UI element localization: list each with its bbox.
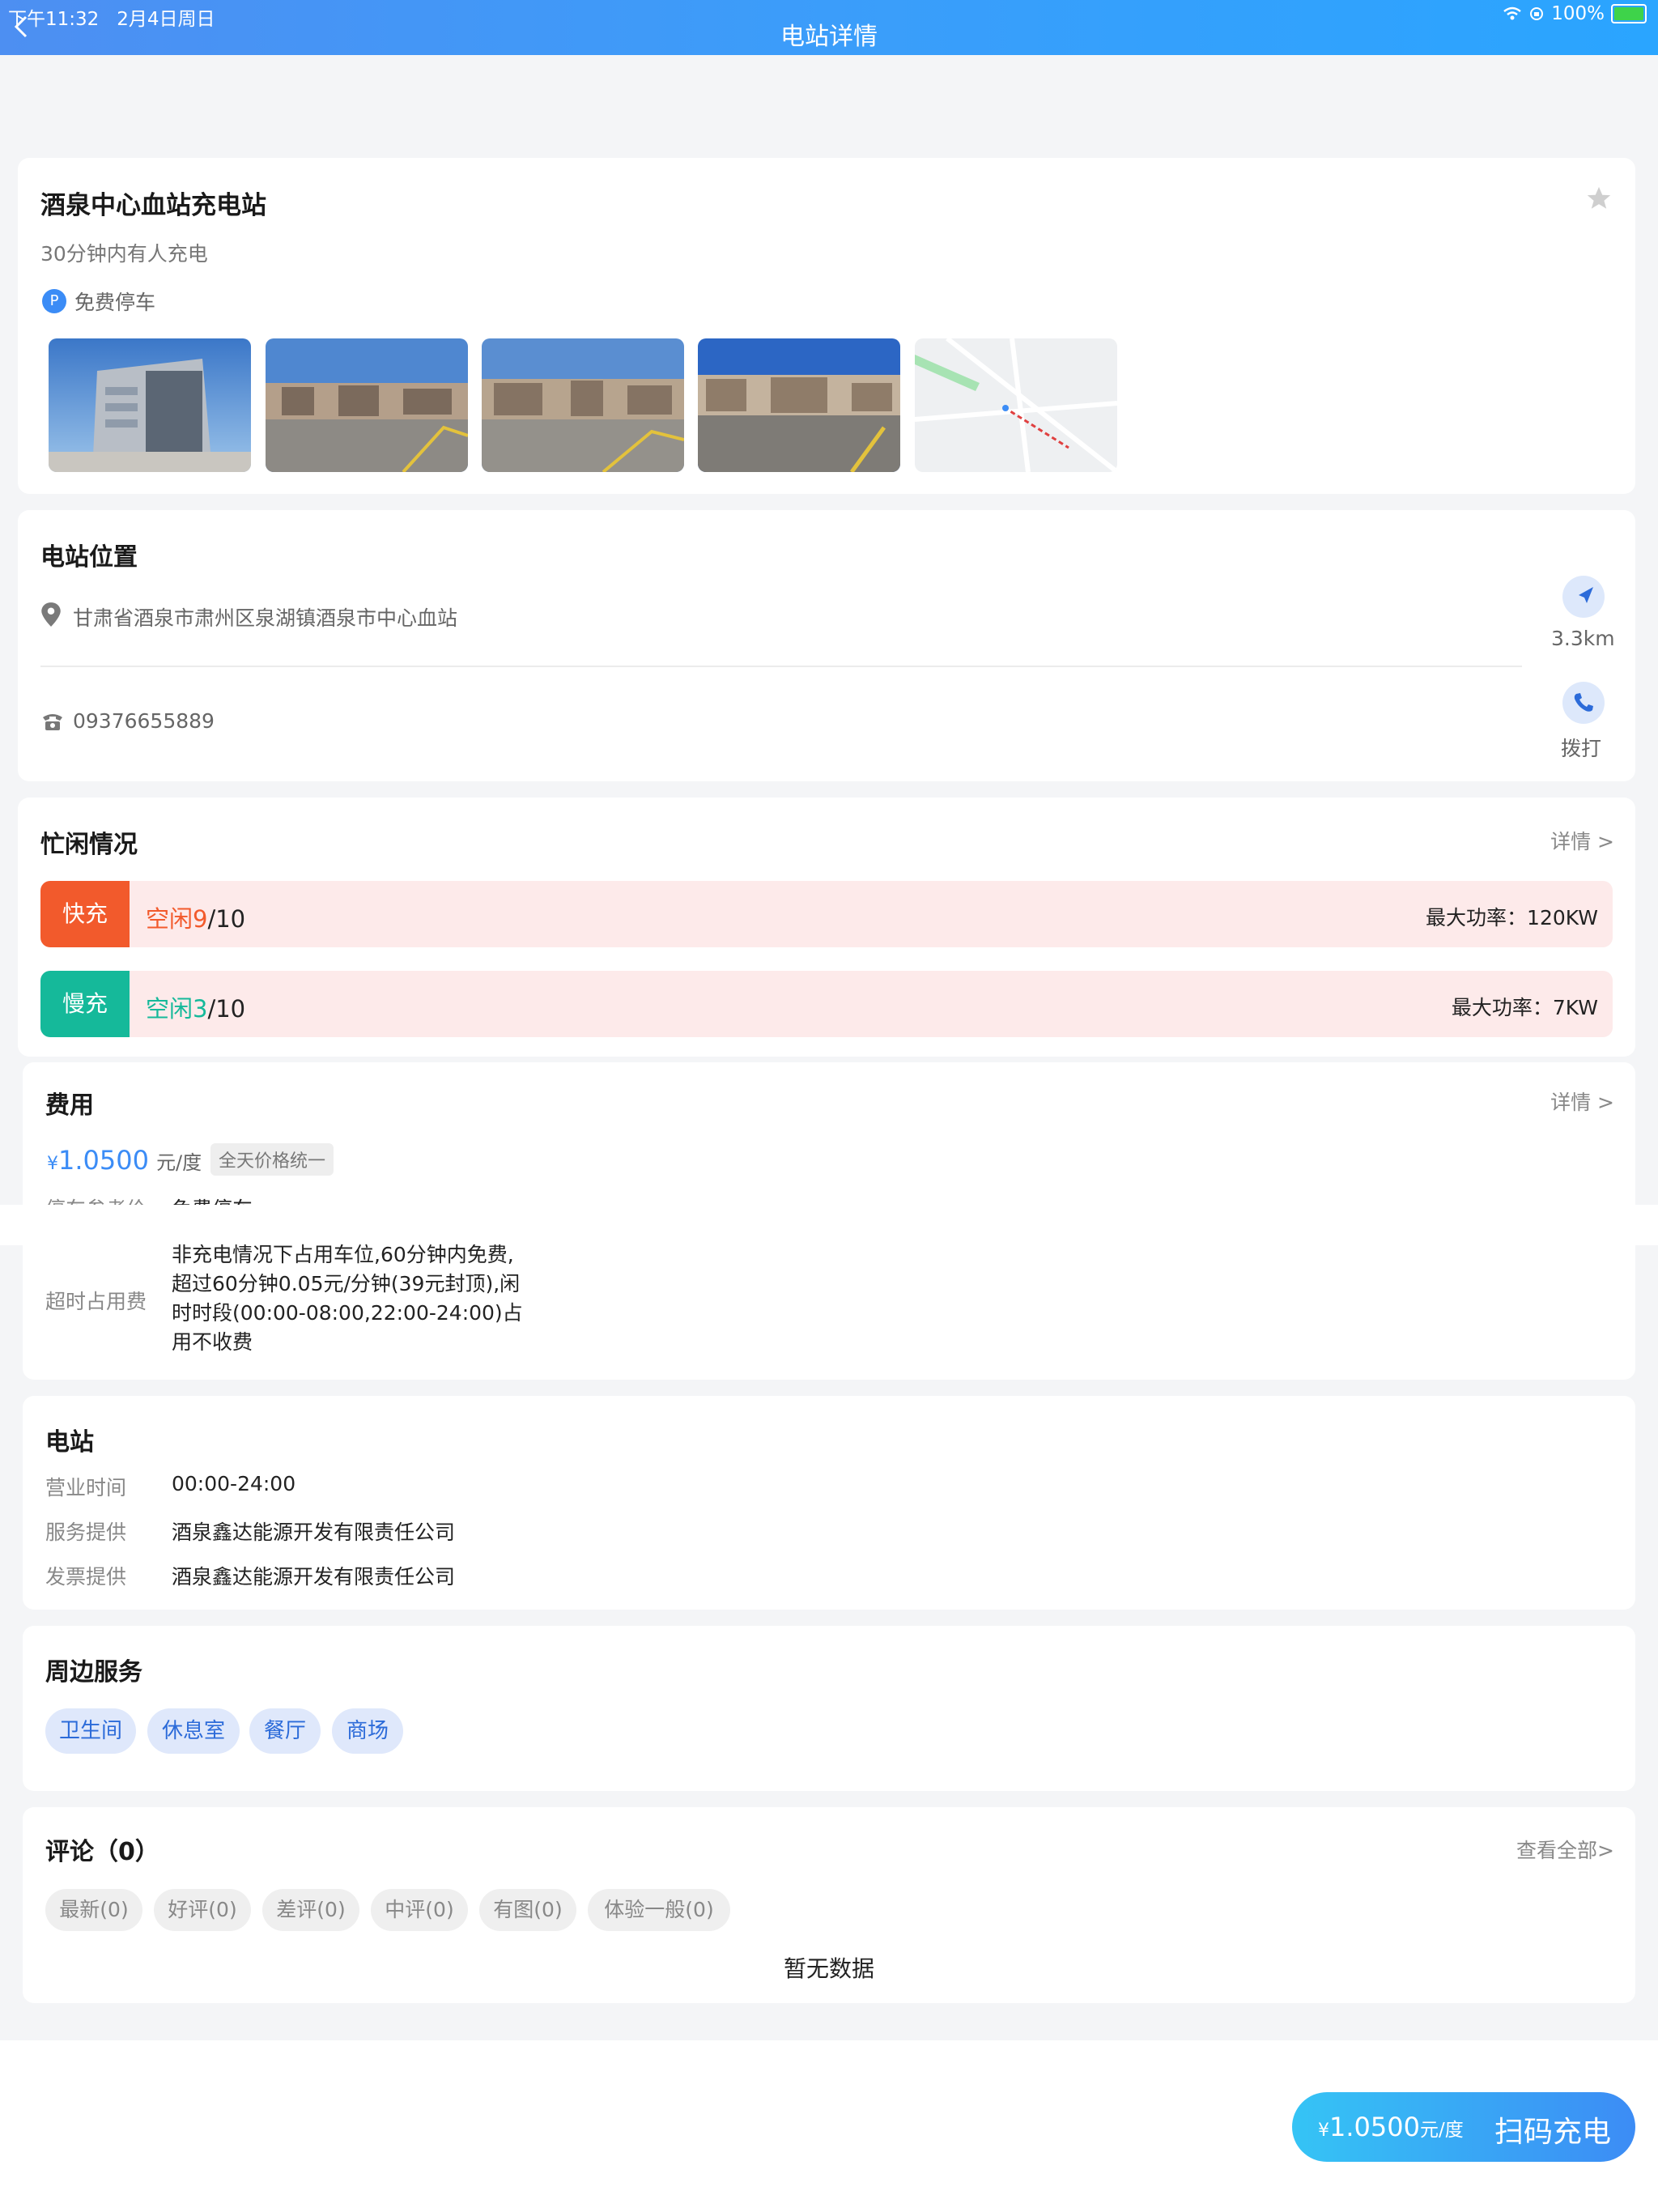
fee-price: ¥1.0500 元/度 — [47, 1145, 202, 1176]
scan-charge-button[interactable]: ¥1.0500元/度 扫码充电 — [1292, 2092, 1635, 2162]
hours-label: 营业时间 — [45, 1476, 127, 1499]
reviews-heading: 评论（0） — [45, 1838, 159, 1866]
fee-detail-link[interactable]: 详情 > — [1550, 1087, 1614, 1116]
station-photo-3[interactable] — [482, 338, 684, 472]
slow-free-count: 空闲3 — [146, 995, 208, 1023]
overlay-band — [0, 1205, 1658, 1245]
station-photo-1[interactable] — [49, 338, 251, 472]
services-card — [23, 1626, 1635, 1791]
station-photo-2[interactable] — [266, 338, 468, 472]
busy-heading: 忙闲情况 — [40, 831, 138, 859]
fee-uniform-badge: 全天价格统一 — [210, 1143, 334, 1176]
slow-charge-bar[interactable]: 慢充 空闲3/10 最大功率：7KW — [40, 971, 1613, 1037]
fee-heading: 费用 — [45, 1091, 94, 1120]
fast-charge-tag: 快充 — [40, 881, 130, 947]
address-divider — [40, 666, 1522, 667]
review-tab-latest[interactable]: 最新(0) — [45, 1889, 142, 1931]
wifi-icon — [1503, 6, 1522, 20]
battery-text: 100% — [1551, 3, 1605, 24]
slow-charge-tag: 慢充 — [40, 971, 130, 1037]
fast-max-power: 最大功率：120KW — [1426, 906, 1598, 929]
overtime-fee-label: 超时占用费 — [45, 1290, 147, 1313]
station-map-thumbnail[interactable] — [915, 338, 1117, 472]
parking-text: 免费停车 — [74, 291, 156, 314]
fast-charge-availability: 空闲9/10 — [146, 900, 245, 934]
overtime-line: 时时段(00:00-08:00,22:00-24:00)占 — [172, 1301, 523, 1325]
reviews-empty-state: 暂无数据 — [783, 1955, 874, 1982]
station-info-heading: 电站 — [45, 1428, 94, 1457]
parking-icon: P — [42, 289, 66, 313]
overtime-fee-text: 非充电情况下占用车位,60分钟内免费, 超过60分钟0.05元/分钟(39元封顶… — [172, 1240, 523, 1357]
slow-max-power: 最大功率：7KW — [1451, 996, 1598, 1019]
fee-price-value: 1.0500 — [58, 1145, 149, 1176]
location-card — [18, 510, 1635, 781]
orientation-lock-icon — [1530, 7, 1544, 20]
slow-charge-availability: 空闲3/10 — [146, 990, 245, 1024]
status-indicators: 100% — [1503, 3, 1647, 24]
nav-bar: 下午11:32 2月4日周日 电站详情 100% — [0, 0, 1658, 55]
distance-text: 3.3km — [1551, 627, 1615, 650]
service-tag-restaurant[interactable]: 餐厅 — [249, 1708, 321, 1754]
invoice-provider-value: 酒泉鑫达能源开发有限责任公司 — [172, 1565, 456, 1589]
footer-unit: 元/度 — [1419, 2120, 1464, 2141]
overtime-line: 超过60分钟0.05元/分钟(39元封顶),闲 — [172, 1272, 521, 1295]
fast-total-count: /10 — [207, 905, 246, 933]
fast-free-count: 空闲9 — [146, 905, 208, 933]
review-tab-positive[interactable]: 好评(0) — [154, 1889, 251, 1931]
slow-total-count: /10 — [207, 995, 246, 1023]
scan-charge-label: 扫码充电 — [1494, 2116, 1611, 2149]
service-provider-value: 酒泉鑫达能源开发有限责任公司 — [172, 1521, 456, 1544]
location-pin-icon — [41, 602, 61, 627]
fast-charge-bar[interactable]: 快充 空闲9/10 最大功率：120KW — [40, 881, 1613, 947]
phone-number[interactable]: 09376655889 — [73, 709, 215, 733]
review-tab-with-photos[interactable]: 有图(0) — [479, 1889, 576, 1931]
invoice-provider-label: 发票提供 — [45, 1565, 127, 1589]
overtime-line: 用不收费 — [172, 1330, 253, 1354]
busy-detail-link[interactable]: 详情 > — [1550, 826, 1614, 855]
fee-currency: ¥ — [47, 1154, 58, 1174]
footer-price: ¥1.0500元/度 — [1318, 2112, 1464, 2142]
parking-info: P 免费停车 — [42, 287, 155, 316]
telephone-icon — [43, 714, 62, 730]
review-tab-average[interactable]: 体验一般(0) — [588, 1889, 730, 1931]
station-address: 甘肃省酒泉市肃州区泉湖镇酒泉市中心血站 — [73, 606, 458, 630]
navigate-icon[interactable] — [1562, 576, 1605, 618]
location-heading: 电站位置 — [40, 543, 138, 572]
phone-call-icon[interactable] — [1562, 682, 1605, 724]
station-subtitle: 30分钟内有人充电 — [40, 242, 208, 266]
station-name: 酒泉中心血站充电站 — [40, 191, 266, 220]
page-title: 电站详情 — [780, 23, 878, 51]
station-photo-4[interactable] — [698, 338, 900, 472]
call-button[interactable]: 拨打 — [1561, 733, 1601, 762]
service-tag-mall[interactable]: 商场 — [332, 1708, 403, 1754]
footer-price-value: 1.0500 — [1329, 2112, 1420, 2142]
favorite-star-icon[interactable] — [1585, 185, 1613, 212]
service-tag-lounge[interactable]: 休息室 — [147, 1708, 240, 1754]
fee-unit: 元/度 — [156, 1151, 202, 1174]
service-provider-label: 服务提供 — [45, 1521, 127, 1544]
service-tag-restroom[interactable]: 卫生间 — [45, 1708, 136, 1754]
footer-currency: ¥ — [1318, 2121, 1329, 2141]
hours-value: 00:00-24:00 — [172, 1472, 296, 1495]
battery-icon — [1611, 4, 1647, 23]
reviews-view-all[interactable]: 查看全部> — [1516, 1835, 1614, 1864]
services-heading: 周边服务 — [45, 1658, 142, 1687]
review-tab-negative[interactable]: 差评(0) — [262, 1889, 359, 1931]
overtime-line: 非充电情况下占用车位,60分钟内免费, — [172, 1243, 514, 1266]
review-tab-neutral[interactable]: 中评(0) — [371, 1889, 468, 1931]
